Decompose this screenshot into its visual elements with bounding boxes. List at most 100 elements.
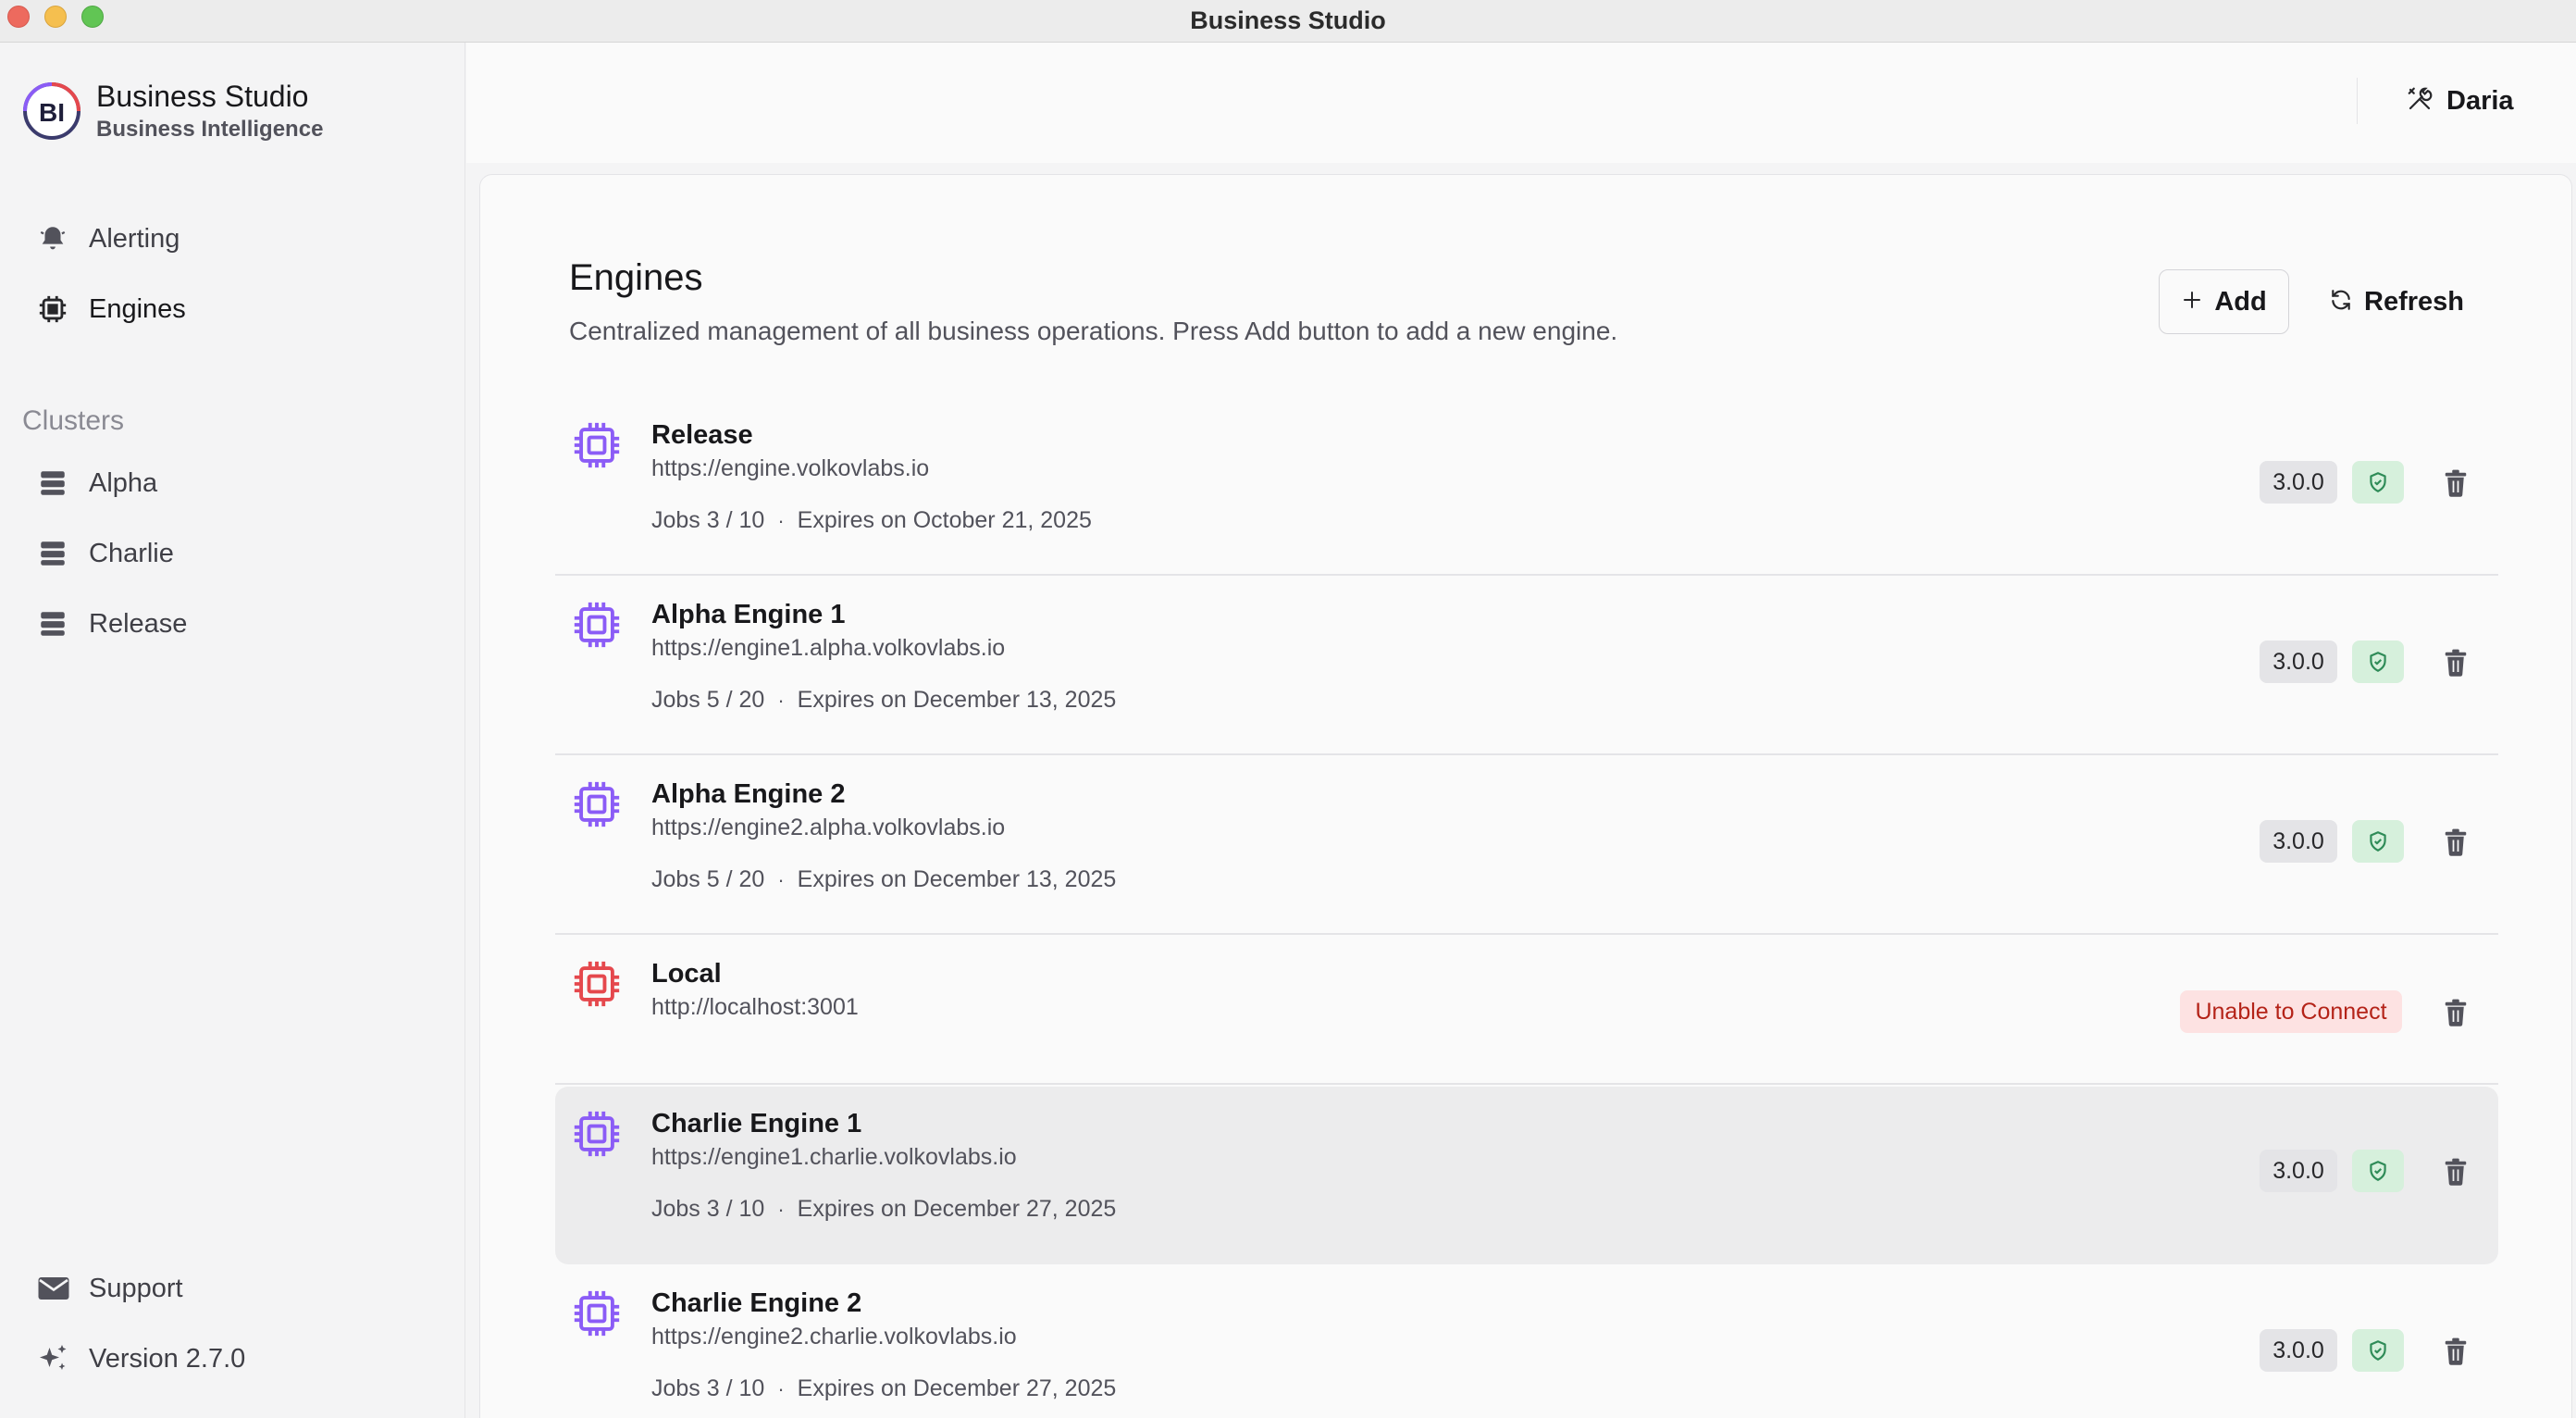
window-titlebar: Business Studio <box>0 0 2576 43</box>
engine-row[interactable]: Release https://engine.volkovlabs.io Job… <box>555 398 2498 576</box>
nav-label: Release <box>89 608 188 639</box>
status-ok-badge <box>2352 1150 2404 1192</box>
status-ok-badge <box>2352 641 2404 683</box>
delete-engine-button[interactable] <box>2437 824 2474 861</box>
engine-expires: Expires on October 21, 2025 <box>797 507 1092 533</box>
trash-icon <box>2445 649 2467 677</box>
engine-row[interactable]: Charlie Engine 2 https://engine2.charlie… <box>555 1266 2498 1418</box>
plus-icon <box>2181 289 2203 316</box>
brand-subtitle: Business Intelligence <box>96 117 324 142</box>
delete-engine-button[interactable] <box>2437 994 2474 1031</box>
engine-row[interactable]: Alpha Engine 2 https://engine2.alpha.vol… <box>555 757 2498 935</box>
version-badge: 3.0.0 <box>2260 1150 2337 1192</box>
brand-name: Business Studio <box>96 80 309 113</box>
trash-icon <box>2445 1158 2467 1186</box>
version-badge: 3.0.0 <box>2260 820 2337 863</box>
engine-jobs: Jobs 3 / 10 <box>651 1196 765 1222</box>
nav-label: Version 2.7.0 <box>89 1343 246 1374</box>
tools-icon <box>2406 85 2434 118</box>
engine-expires: Expires on December 27, 2025 <box>797 1196 1117 1222</box>
engine-url: https://engine.volkovlabs.io <box>651 455 930 481</box>
nav-label: Alerting <box>89 223 180 254</box>
window-title: Business Studio <box>1190 6 1386 34</box>
nav-item-engines[interactable]: Engines <box>22 281 448 337</box>
user-name: Daria <box>2446 85 2514 116</box>
page-description: Centralized management of all business o… <box>569 317 1618 345</box>
minimize-window-button[interactable] <box>44 6 67 28</box>
separator-dot: · <box>777 1376 785 1400</box>
chip-error-icon <box>574 961 620 1007</box>
chip-icon <box>574 1111 620 1157</box>
engine-meta: Jobs 3 / 10 · Expires on December 27, 20… <box>651 1196 1116 1223</box>
server-icon <box>22 538 89 569</box>
separator-dot: · <box>777 867 785 891</box>
nav-label: Engines <box>89 293 186 324</box>
engine-url: https://engine1.charlie.volkovlabs.io <box>651 1144 1017 1170</box>
trash-icon <box>2445 828 2467 856</box>
engine-row[interactable]: Alpha Engine 1 https://engine1.alpha.vol… <box>555 578 2498 755</box>
status-ok-badge <box>2352 1329 2404 1372</box>
engine-row[interactable]: Charlie Engine 1 https://engine1.charlie… <box>555 1087 2498 1264</box>
nav-label: Charlie <box>89 538 174 568</box>
close-window-button[interactable] <box>7 6 30 28</box>
engine-url: https://engine2.alpha.volkovlabs.io <box>651 815 1006 840</box>
separator-dot: · <box>777 688 785 712</box>
engine-meta: Jobs 5 / 20 · Expires on December 13, 20… <box>651 687 1116 714</box>
nav-item-alerting[interactable]: Alerting <box>22 211 448 267</box>
trash-icon <box>2445 469 2467 497</box>
maximize-window-button[interactable] <box>81 6 104 28</box>
version-badge: 3.0.0 <box>2260 461 2337 504</box>
delete-engine-button[interactable] <box>2437 1153 2474 1190</box>
engine-name: Alpha Engine 2 <box>651 779 846 809</box>
shield-check-icon <box>2370 1340 2386 1361</box>
engine-name: Local <box>651 959 722 989</box>
engine-jobs: Jobs 3 / 10 <box>651 507 765 533</box>
delete-engine-button[interactable] <box>2437 465 2474 502</box>
server-icon <box>22 467 89 499</box>
sidebar-item-alpha[interactable]: Alpha <box>22 455 448 511</box>
chip-icon <box>574 602 620 648</box>
engine-name: Charlie Engine 2 <box>651 1288 862 1318</box>
sidebar-item-charlie[interactable]: Charlie <box>22 526 448 581</box>
separator-dot: · <box>777 508 785 532</box>
refresh-button-label: Refresh <box>2364 286 2464 317</box>
trash-icon <box>2445 999 2467 1026</box>
sidebar-item-support[interactable]: Support <box>22 1261 448 1316</box>
shield-check-icon <box>2370 1161 2386 1181</box>
add-engine-button[interactable]: Add <box>2159 269 2289 334</box>
engine-meta: Jobs 5 / 20 · Expires on December 13, 20… <box>651 866 1116 893</box>
engine-expires: Expires on December 13, 2025 <box>797 687 1117 713</box>
header-divider <box>2357 78 2358 124</box>
refresh-button[interactable]: Refresh <box>2313 269 2480 334</box>
engine-meta: Jobs 3 / 10 · Expires on December 27, 20… <box>651 1375 1116 1402</box>
engine-expires: Expires on December 27, 2025 <box>797 1375 1117 1401</box>
refresh-icon <box>2329 288 2353 317</box>
window-controls <box>7 6 104 28</box>
sparkles-icon <box>22 1342 89 1375</box>
status-error-badge: Unable to Connect <box>2180 990 2402 1033</box>
brand[interactable]: BI Business Studio Business Intelligence <box>22 78 323 144</box>
version-badge: 3.0.0 <box>2260 1329 2337 1372</box>
page-title: Engines <box>569 257 703 298</box>
brand-logo-text: BI <box>39 98 65 127</box>
sidebar-item-version[interactable]: Version 2.7.0 <box>22 1331 448 1387</box>
chip-icon <box>574 422 620 468</box>
chip-icon <box>574 781 620 827</box>
delete-engine-button[interactable] <box>2437 1333 2474 1370</box>
user-menu-button[interactable]: Daria <box>2406 80 2514 122</box>
shield-check-icon <box>2370 831 2386 852</box>
brand-logo: BI <box>23 82 80 140</box>
engine-row[interactable]: Local http://localhost:3001 Unable to Co… <box>555 937 2498 1085</box>
engine-name: Charlie Engine 1 <box>651 1109 862 1138</box>
delete-engine-button[interactable] <box>2437 644 2474 681</box>
status-ok-badge <box>2352 820 2404 863</box>
engine-expires: Expires on December 13, 2025 <box>797 866 1117 892</box>
clusters-section-title: Clusters <box>22 405 125 436</box>
top-header <box>466 43 2576 163</box>
sidebar-item-release[interactable]: Release <box>22 596 448 652</box>
trash-icon <box>2445 1337 2467 1365</box>
chip-icon <box>574 1290 620 1337</box>
bell-icon <box>22 223 89 255</box>
chip-icon <box>22 293 89 325</box>
shield-check-icon <box>2370 472 2386 492</box>
